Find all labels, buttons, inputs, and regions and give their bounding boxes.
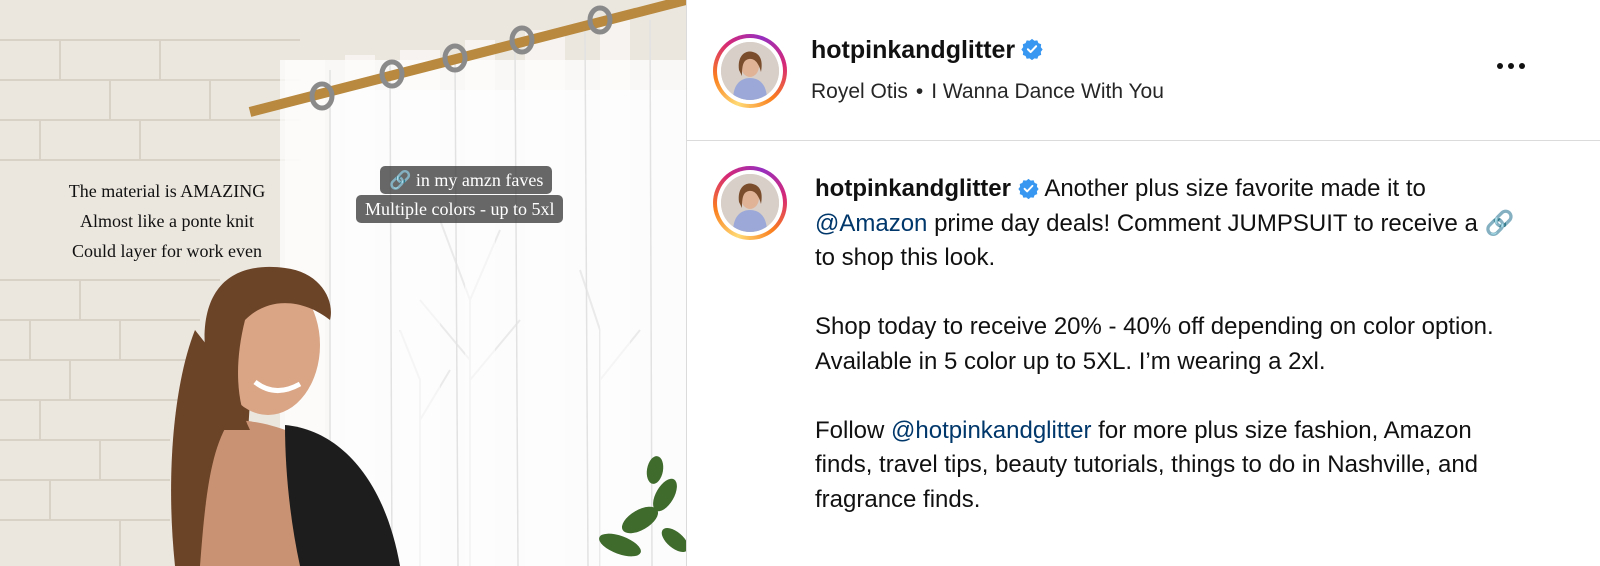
post-media[interactable]: The material is AMAZING Almost like a po…: [0, 0, 686, 566]
caption-username[interactable]: hotpinkandglitter: [815, 175, 1011, 202]
mention-link[interactable]: @hotpinkandglitter: [891, 417, 1091, 444]
caption-box-text: Multiple colors - up to 5xl: [356, 195, 564, 223]
avatar[interactable]: [713, 34, 787, 108]
audio-attribution[interactable]: Royel Otis • I Wanna Dance With You: [811, 80, 1164, 104]
caption-line: Almost like a ponte knit: [80, 211, 254, 231]
mention-link[interactable]: @Amazon: [815, 210, 927, 237]
media-image: [0, 0, 686, 566]
avatar-photo: [721, 42, 779, 100]
caption-paragraph: Follow @hotpinkandglitter for more plus …: [815, 414, 1535, 518]
username-text: hotpinkandglitter: [811, 36, 1016, 64]
verified-badge-icon: [1021, 38, 1043, 60]
song-title: I Wanna Dance With You: [931, 80, 1164, 103]
post-caption: hotpinkandglitter Another plus size favo…: [815, 172, 1535, 552]
caption-line: The material is AMAZING: [68, 181, 266, 201]
caption-box-text: 🔗 in my amzn faves: [380, 166, 553, 194]
caption-line: Could layer for work even: [72, 241, 262, 261]
caption-avatar[interactable]: [713, 166, 787, 240]
verified-badge-icon: [1018, 178, 1039, 199]
more-options-icon[interactable]: [1497, 54, 1533, 78]
caption-text: Follow: [815, 416, 892, 444]
caption-paragraph: hotpinkandglitter Another plus size favo…: [815, 172, 1535, 276]
post-author-username[interactable]: hotpinkandglitter: [811, 36, 1043, 65]
caption-paragraph: Shop today to receive 20% - 40% off depe…: [815, 313, 1494, 375]
video-caption-text: The material is AMAZING Almost like a po…: [34, 176, 300, 266]
post-header: hotpinkandglitter Royel Otis • I Wanna Dan…: [687, 0, 1600, 141]
post-side-panel: hotpinkandglitter Royel Otis • I Wanna Dan…: [686, 0, 1600, 566]
artist-name: Royel Otis: [811, 80, 908, 103]
video-caption-box: 🔗 in my amzn faves: [380, 166, 553, 194]
separator-dot: •: [915, 80, 924, 103]
avatar-photo: [721, 174, 779, 232]
video-caption-box: Multiple colors - up to 5xl: [356, 195, 564, 223]
caption-text: Another plus size favorite made it to: [1038, 175, 1426, 202]
